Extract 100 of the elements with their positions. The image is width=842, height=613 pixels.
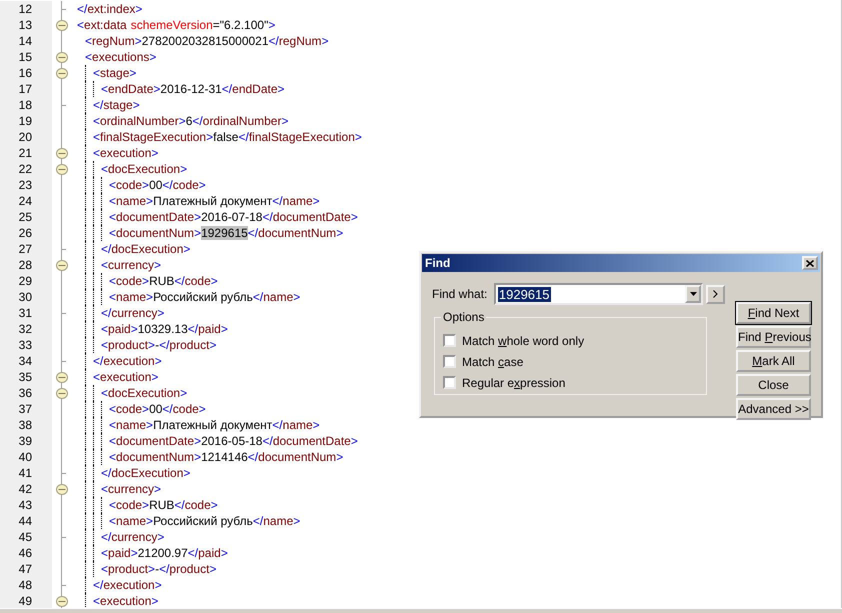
line-number: 43 xyxy=(0,497,52,513)
line-number: 24 xyxy=(0,193,52,209)
line-number: 19 xyxy=(0,113,52,129)
collapse-icon[interactable] xyxy=(56,148,68,158)
line-number: 41 xyxy=(0,465,52,481)
code-line: <documentDate>2016-07-18</documentDate> xyxy=(109,209,358,225)
line-number: 12 xyxy=(0,1,52,17)
dialog-button[interactable]: Mark All xyxy=(736,350,811,372)
dialog-button[interactable]: Advanced >> xyxy=(736,398,811,420)
code-line: <documentDate>2016-05-18</documentDate> xyxy=(109,433,358,449)
dialog-button[interactable]: Find Previous xyxy=(736,326,811,348)
collapse-icon[interactable] xyxy=(56,388,68,398)
line-number: 33 xyxy=(0,337,52,353)
code-line: <ordinalNumber>6</ordinalNumber> xyxy=(93,113,288,129)
code-line: <paid>21200.97</paid> xyxy=(101,545,228,561)
code-line: <documentNum>1929615</documentNum> xyxy=(109,225,344,241)
line-number: 15 xyxy=(0,49,52,65)
checkbox-label[interactable]: Match case xyxy=(462,354,524,368)
code-line: <code>RUB</code> xyxy=(109,273,218,289)
dialog-button[interactable]: Close xyxy=(736,374,811,396)
line-number: 28 xyxy=(0,257,52,273)
close-button[interactable] xyxy=(802,256,818,270)
line-number: 21 xyxy=(0,145,52,161)
line-number: 36 xyxy=(0,385,52,401)
search-field[interactable]: 1929615 xyxy=(494,283,704,305)
code-line: </stage> xyxy=(93,97,140,113)
line-number: 48 xyxy=(0,577,52,593)
checkbox[interactable] xyxy=(443,355,456,368)
line-number: 35 xyxy=(0,369,52,385)
checkbox-label[interactable]: Match whole word only xyxy=(462,334,584,348)
chevron-right-icon xyxy=(713,290,718,298)
code-line: <finalStageExecution>false</finalStageExecution> xyxy=(93,129,362,145)
code-line: </execution> xyxy=(93,577,162,593)
expand-button[interactable] xyxy=(706,284,725,304)
line-number: 34 xyxy=(0,353,52,369)
code-line: </ext:index> xyxy=(77,1,142,17)
code-line: <ext:data schemeVersion="6.2.100"> xyxy=(77,17,276,33)
line-number: 14 xyxy=(0,33,52,49)
line-number: 18 xyxy=(0,97,52,113)
code-line: <name>Платежный документ</name> xyxy=(109,417,320,433)
line-number: 17 xyxy=(0,81,52,97)
checkbox-label[interactable]: Regular expression xyxy=(462,376,566,390)
code-line: <paid>10329.13</paid> xyxy=(101,321,228,337)
dialog-title: Find xyxy=(425,256,450,270)
collapse-icon[interactable] xyxy=(56,260,68,270)
collapse-icon[interactable] xyxy=(56,596,68,606)
line-number: 40 xyxy=(0,449,52,465)
code-line: <currency> xyxy=(101,257,162,273)
code-line: <currency> xyxy=(101,481,162,497)
collapse-icon[interactable] xyxy=(56,164,68,174)
close-icon xyxy=(806,260,814,266)
line-number: 13 xyxy=(0,17,52,33)
code-line: <documentNum>1214146</documentNum> xyxy=(109,449,344,465)
collapse-icon[interactable] xyxy=(56,372,68,382)
checkbox[interactable] xyxy=(443,376,456,389)
code-line: <product>-</product> xyxy=(101,337,216,353)
code-line: <name>Платежный документ</name> xyxy=(109,193,320,209)
collapse-icon[interactable] xyxy=(56,20,68,30)
line-number: 30 xyxy=(0,289,52,305)
code-line: </docExecution> xyxy=(101,241,190,257)
code-line: </docExecution> xyxy=(101,465,190,481)
code-line: <stage> xyxy=(93,65,136,81)
line-number: 22 xyxy=(0,161,52,177)
line-number: 42 xyxy=(0,481,52,497)
code-line: <execution> xyxy=(93,593,158,608)
code-line: <name>Российский рубль</name> xyxy=(109,513,300,529)
dropdown-icon xyxy=(690,292,697,296)
code-line: <execution> xyxy=(93,369,158,385)
line-number: 38 xyxy=(0,417,52,433)
line-number: 46 xyxy=(0,545,52,561)
code-line: <product>-</product> xyxy=(101,561,216,577)
collapse-icon[interactable] xyxy=(56,68,68,78)
code-line: <execution> xyxy=(93,145,158,161)
checkbox[interactable] xyxy=(443,334,456,347)
line-number: 29 xyxy=(0,273,52,289)
line-number: 27 xyxy=(0,241,52,257)
code-line: </currency> xyxy=(101,529,164,545)
line-number: 44 xyxy=(0,513,52,529)
code-line: <regNum>2782002032815000021</regNum> xyxy=(85,33,329,49)
line-number: 26 xyxy=(0,225,52,241)
code-line: <code>00</code> xyxy=(109,401,206,417)
code-line: <code>00</code> xyxy=(109,177,206,193)
code-line: <code>RUB</code> xyxy=(109,497,218,513)
line-number: 16 xyxy=(0,65,52,81)
line-number: 20 xyxy=(0,129,52,145)
line-number: 31 xyxy=(0,305,52,321)
line-number: 39 xyxy=(0,433,52,449)
code-line: </currency> xyxy=(101,305,164,321)
line-number: 25 xyxy=(0,209,52,225)
code-line: <endDate>2016-12-31</endDate> xyxy=(101,81,285,97)
line-number: 37 xyxy=(0,401,52,417)
code-line: <executions> xyxy=(85,49,156,65)
group-label: Options xyxy=(441,311,486,324)
collapse-icon[interactable] xyxy=(56,484,68,494)
line-number: 23 xyxy=(0,177,52,193)
collapse-icon[interactable] xyxy=(56,52,68,62)
line-number: 45 xyxy=(0,529,52,545)
dialog-button[interactable]: Find Next xyxy=(736,302,811,324)
line-number: 49 xyxy=(0,593,52,608)
field-label: Find what: xyxy=(432,287,488,301)
